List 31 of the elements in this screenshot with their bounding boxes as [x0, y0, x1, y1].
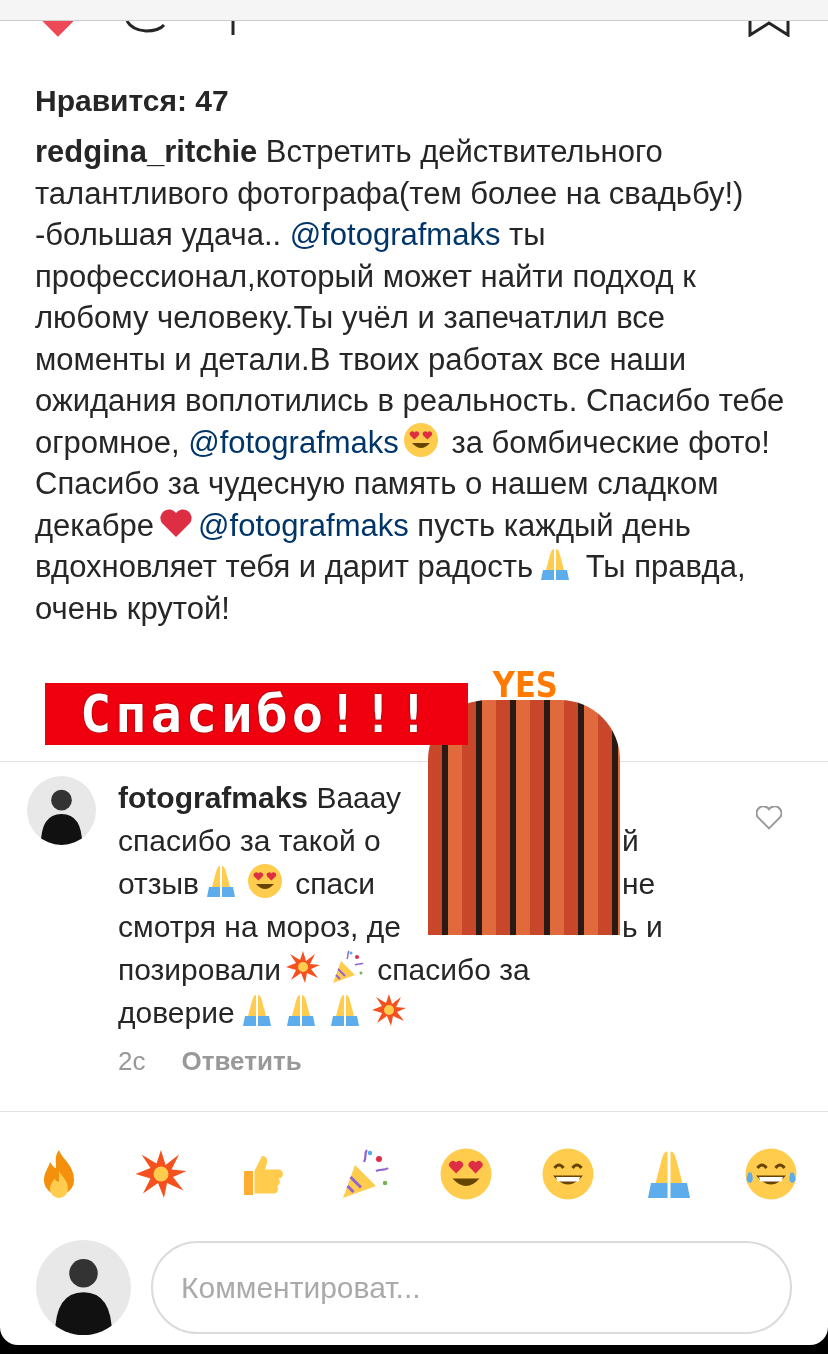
heart-icon[interactable] — [756, 806, 782, 830]
laughing-tears-face-icon[interactable] — [743, 1147, 798, 1201]
bookmark-icon[interactable] — [748, 21, 790, 37]
sticker-text: Спасибо!!! — [45, 683, 468, 745]
explosion-icon — [370, 992, 407, 1028]
comment-input[interactable]: Комментироват... — [151, 1241, 792, 1334]
comment-text: ь и — [622, 909, 664, 945]
grinning-face-icon[interactable] — [540, 1147, 595, 1201]
comment-text: не — [622, 866, 657, 902]
heart-eyes-face-icon — [247, 863, 284, 899]
heart-icon[interactable] — [42, 21, 74, 37]
mention-link[interactable]: @fotografmaks — [198, 507, 409, 543]
mention-link[interactable]: @fotografmaks — [188, 424, 399, 460]
comment-time: 2с — [118, 1045, 146, 1078]
comment-text: й — [622, 823, 640, 859]
comment-text: смотря на мороз, де — [118, 909, 402, 945]
caption-text: redgina_ritchie Встретить действительного талантливого фотографа(тем более на свадьбу!) -большая удача.. @fotografmaks ты профессионал,который может найти подход к любому человеку.Ты учёл и запечатлил все моменты и детали.В твоих работах все наши ожидания воплотились в реальность. Спасибо тебе огромное, @fotografmaks за бомбические фото!Спасибо за чудесную память о нашем сладком декабре @fotografmaks пусть каждый день вдохновляет тебя и дарит радость Ты правда, очень крутой! — [35, 133, 786, 628]
comment-text: доверие — [118, 991, 734, 1034]
comment-text: fotografmaks Вааау — [118, 780, 403, 816]
comment-text: спасибо за такой о — [118, 823, 382, 859]
username-link[interactable]: fotografmaks — [118, 781, 309, 814]
comment-text: позировали спасибо за — [118, 948, 734, 991]
heart-eyes-face-icon[interactable] — [438, 1147, 493, 1201]
username-link[interactable]: redgina_ritchie — [35, 134, 258, 169]
comment-text: отзыв спаси — [118, 862, 428, 905]
heart-eyes-face-icon — [402, 421, 439, 458]
share-icon[interactable] — [230, 21, 236, 37]
mention-link[interactable]: @fotografmaks — [289, 217, 501, 252]
likes-count: Нравится: 47 — [35, 83, 229, 119]
sticker-text: YES — [492, 664, 558, 705]
explosion-icon — [285, 949, 322, 985]
